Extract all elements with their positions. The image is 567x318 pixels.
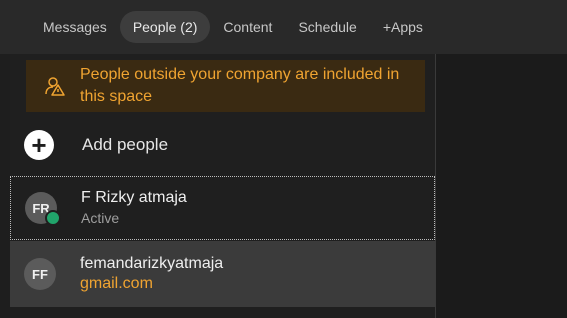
active-status-icon bbox=[45, 210, 61, 226]
avatar: FF bbox=[24, 258, 56, 290]
avatar: FR bbox=[25, 192, 61, 226]
details-pane bbox=[436, 54, 567, 318]
person-row-f-rizky-atmaja[interactable]: FR F Rizky atmaja Active bbox=[10, 176, 435, 240]
person-status: Active bbox=[81, 210, 120, 226]
person-name: F Rizky atmaja bbox=[81, 189, 187, 206]
tab-messages[interactable]: Messages bbox=[30, 11, 120, 43]
tab-bar: Messages People (2) Content Schedule +Ap… bbox=[0, 0, 567, 54]
avatar-initials: FF bbox=[32, 266, 48, 282]
add-people-label: Add people bbox=[82, 135, 169, 154]
external-people-warning-icon bbox=[40, 71, 70, 101]
person-row-femandarizkyatmaja[interactable]: FF femandarizkyatmaja gmail.com bbox=[10, 241, 435, 307]
people-panel: People outside your company are included… bbox=[10, 54, 435, 318]
tab-people[interactable]: People (2) bbox=[119, 11, 211, 43]
add-people-button[interactable]: + Add people bbox=[24, 130, 168, 160]
tab-content[interactable]: Content bbox=[210, 11, 285, 43]
tab-apps[interactable]: +Apps bbox=[370, 11, 436, 43]
external-people-warning-text: People outside your company are included… bbox=[80, 66, 400, 105]
person-name: femandarizkyatmaja bbox=[80, 255, 224, 272]
tab-schedule[interactable]: Schedule bbox=[285, 11, 369, 43]
person-email-domain: gmail.com bbox=[80, 275, 153, 292]
plus-icon: + bbox=[24, 130, 54, 160]
external-people-warning: People outside your company are included… bbox=[26, 60, 425, 112]
